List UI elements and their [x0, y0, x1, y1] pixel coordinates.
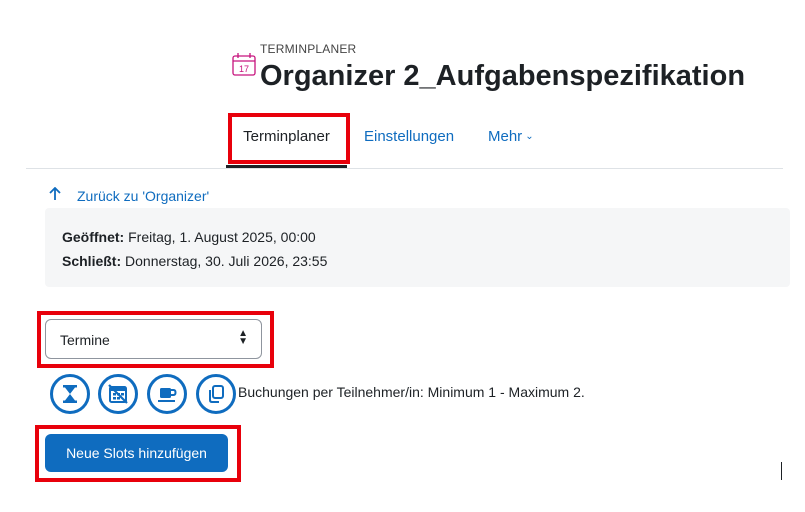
module-type-label: TERMINPLANER: [260, 42, 357, 56]
select-caret-icon: ▲ ▼: [238, 328, 248, 347]
no-calendar-icon[interactable]: [98, 374, 138, 414]
tab-terminplaner[interactable]: Terminplaner: [226, 118, 347, 168]
tab-mehr[interactable]: Mehr ⌄: [488, 118, 534, 168]
view-select[interactable]: Termine ▲ ▼: [45, 319, 262, 359]
closes-value: Donnerstag, 30. Juli 2026, 23:55: [121, 253, 328, 269]
booking-limits-text: Buchungen per Teilnehmer/in: Minimum 1 -…: [238, 384, 585, 400]
opened-line: Geöffnet: Freitag, 1. August 2025, 00:00: [62, 229, 316, 245]
add-slots-button[interactable]: Neue Slots hinzufügen: [45, 434, 228, 472]
tabs-divider: [26, 168, 783, 169]
hourglass-icon[interactable]: [50, 374, 90, 414]
tab-mehr-label: Mehr: [488, 128, 523, 145]
copy-icon[interactable]: [196, 374, 236, 414]
opened-value: Freitag, 1. August 2025, 00:00: [124, 229, 316, 245]
coffee-cup-icon[interactable]: [147, 374, 187, 414]
closes-label: Schließt:: [62, 253, 122, 269]
page-title: Organizer 2_Aufgabenspezifikation: [260, 60, 746, 92]
calendar-day: 17: [239, 64, 249, 74]
opened-label: Geöffnet:: [62, 229, 125, 245]
arrow-up-icon: [48, 186, 68, 204]
chevron-down-icon: ⌄: [525, 131, 534, 142]
closes-line: Schließt: Donnerstag, 30. Juli 2026, 23:…: [62, 253, 327, 269]
back-link-label: Zurück zu 'Organizer': [77, 188, 210, 204]
view-select-value: Termine: [60, 332, 110, 348]
dates-box: Geöffnet: Freitag, 1. August 2025, 00:00…: [45, 208, 790, 287]
back-link[interactable]: Zurück zu 'Organizer': [48, 186, 210, 204]
tab-einstellungen[interactable]: Einstellungen: [364, 118, 454, 168]
calendar-icon: 17: [231, 52, 257, 76]
text-cursor: [781, 462, 782, 480]
